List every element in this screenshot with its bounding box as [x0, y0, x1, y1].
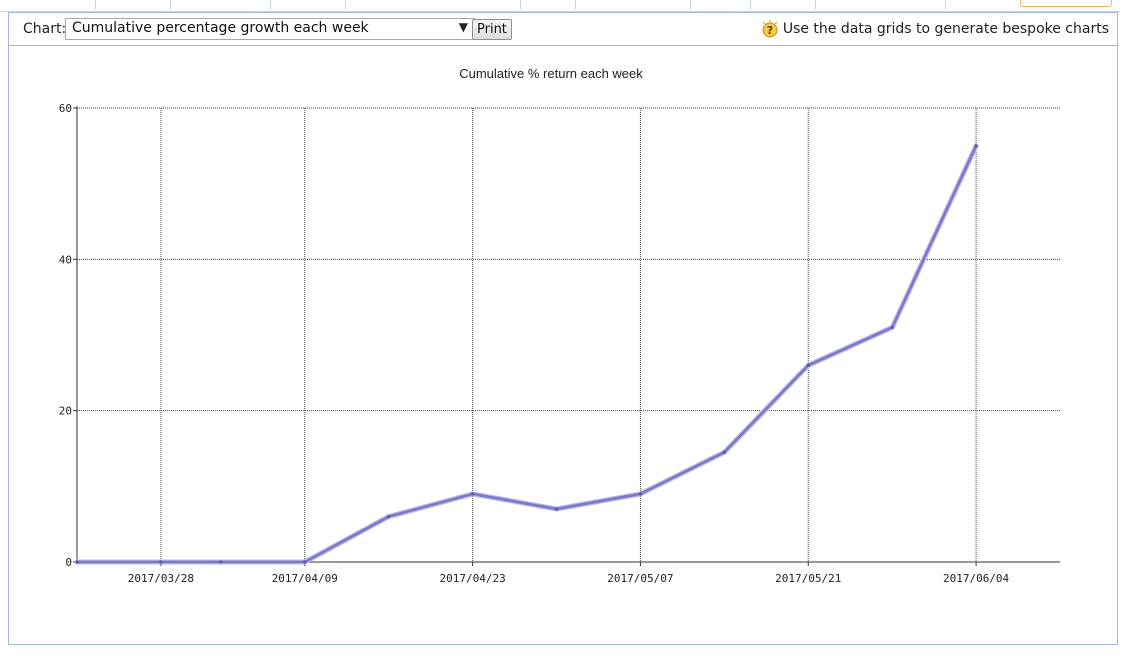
data-point	[806, 363, 810, 367]
line-chart: Cumulative % return each week 0 20 40 60 201…	[59, 66, 1060, 585]
data-point	[470, 492, 475, 496]
data-point	[890, 325, 894, 330]
data-point	[159, 560, 163, 564]
x-tick-label: 2017/04/09	[272, 572, 338, 585]
series-line	[75, 144, 978, 564]
data-point	[638, 492, 643, 496]
series-line-shadow	[74, 143, 979, 565]
data-point	[554, 507, 559, 511]
x-tick-label: 2017/04/23	[439, 572, 505, 585]
data-point	[974, 144, 978, 148]
data-point	[722, 450, 726, 454]
x-tick-label: 2017/05/21	[775, 572, 841, 585]
chart-title: Cumulative % return each week	[459, 66, 643, 81]
x-tick-label: 2017/03/28	[128, 572, 194, 585]
x-tick-label: 2017/05/07	[607, 572, 673, 585]
data-point	[219, 560, 223, 564]
y-tick-label: 40	[59, 253, 72, 266]
data-point	[387, 515, 391, 519]
x-tick-label: 2017/06/04	[943, 572, 1010, 585]
y-tick-label: 0	[65, 556, 72, 569]
y-tick-label: 60	[59, 102, 72, 115]
data-point	[75, 560, 79, 564]
data-point	[303, 560, 307, 564]
y-tick-label: 20	[59, 405, 72, 418]
